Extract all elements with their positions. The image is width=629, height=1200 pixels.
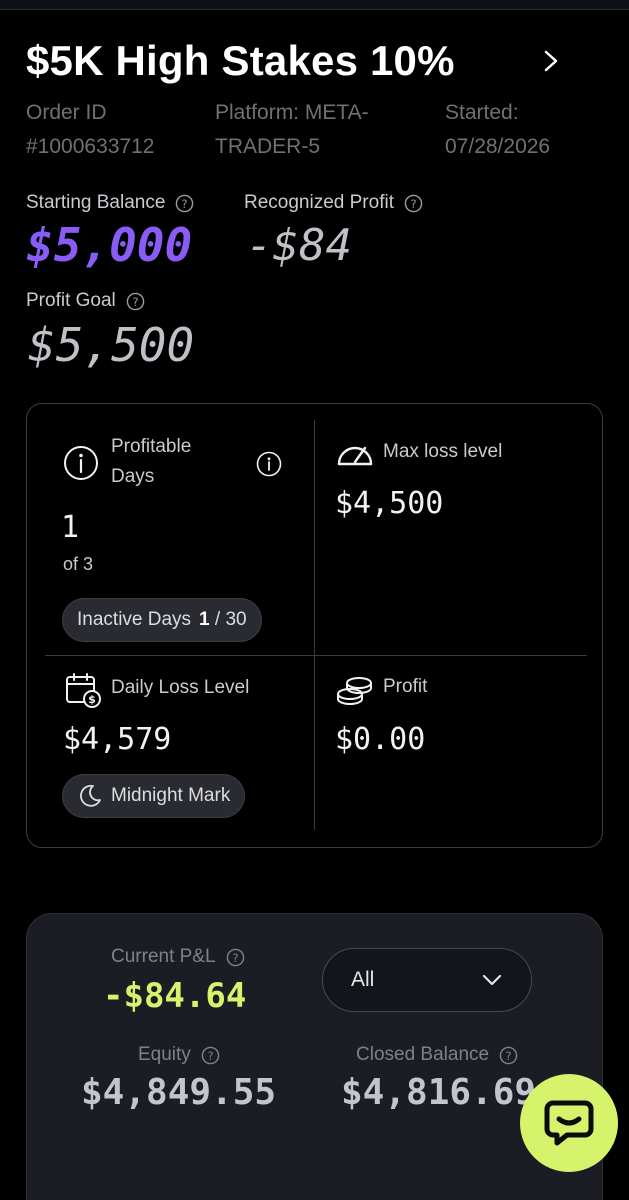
svg-text:?: ? xyxy=(182,196,188,210)
equity-label: Equity xyxy=(138,1044,191,1065)
equity-label-row: Equity ? xyxy=(138,1044,220,1066)
speedometer-icon xyxy=(337,446,373,466)
coins-icon xyxy=(337,677,372,705)
svg-text:?: ? xyxy=(506,1048,512,1062)
chevron-down-icon xyxy=(482,974,502,986)
card-divider-vertical xyxy=(314,420,315,830)
account-header: $5K High Stakes 10% xyxy=(26,38,606,84)
inactive-days-total: / 30 xyxy=(214,609,247,630)
svg-text:?: ? xyxy=(132,294,138,308)
closed-balance-label: Closed Balance xyxy=(356,1044,490,1065)
order-id-label: Order ID xyxy=(26,101,107,124)
equity-value: $4,849.55 xyxy=(81,1072,277,1113)
recognized-profit-label-row: Recognized Profit ? xyxy=(244,192,423,214)
inactive-days-value: 1 xyxy=(199,609,210,630)
chat-bubble-icon xyxy=(544,1100,594,1146)
started: Started: 07/28/2026 xyxy=(445,96,615,164)
platform-line-2: TRADER-5 xyxy=(215,135,321,158)
profitable-days-label-line-1: Profitable xyxy=(111,436,192,457)
chevron-right-icon[interactable] xyxy=(536,44,566,78)
midnight-mark-label: Midnight Mark xyxy=(111,785,231,806)
daily-loss-value: $4,579 xyxy=(63,722,172,757)
profit-label: Profit xyxy=(383,676,428,697)
profitable-days-value: 1 xyxy=(61,510,80,545)
profitable-days-label: Profitable Days xyxy=(111,432,191,492)
closed-balance-value: $4,816.69 xyxy=(341,1072,537,1113)
max-loss-label: Max loss level xyxy=(383,441,503,462)
help-icon[interactable]: ? xyxy=(175,194,194,213)
svg-text:?: ? xyxy=(207,1048,213,1062)
current-pnl-label: Current P&L xyxy=(111,946,216,967)
top-status-strip xyxy=(0,0,629,10)
order-id-value: #1000633712 xyxy=(26,135,155,158)
current-pnl-label-row: Current P&L ? xyxy=(111,946,245,968)
help-icon[interactable]: ? xyxy=(499,1046,518,1065)
period-filter-value: All xyxy=(351,968,375,991)
closed-balance-label-row: Closed Balance ? xyxy=(356,1044,518,1066)
chat-button[interactable] xyxy=(520,1074,618,1172)
stats-card: Profitable Days 1 of 3 Inactive Days 1 /… xyxy=(26,403,603,848)
help-icon[interactable]: ? xyxy=(201,1046,220,1065)
profitable-days-label-line-2: Days xyxy=(111,466,155,487)
recognized-profit-label: Recognized Profit xyxy=(244,192,394,213)
inactive-days-badge: Inactive Days 1 / 30 xyxy=(62,598,262,642)
recognized-profit-value: -$84 xyxy=(246,220,352,271)
daily-loss-label: Daily Loss Level xyxy=(111,677,250,698)
started-date: 07/28/2026 xyxy=(445,135,551,158)
starting-balance-value: $5,000 xyxy=(26,218,193,272)
calendar-dollar-icon: $ xyxy=(66,673,101,708)
profit-value: $0.00 xyxy=(335,722,426,757)
current-pnl-value: -$84.64 xyxy=(103,976,247,1016)
account-title: $5K High Stakes 10% xyxy=(26,37,455,84)
info-circle-icon xyxy=(64,446,98,480)
profitable-days-total: of 3 xyxy=(63,554,94,574)
pnl-panel: Current P&L ? -$84.64 All Equity ? $4,84… xyxy=(26,913,603,1200)
platform: Platform: META- TRADER-5 xyxy=(215,96,415,164)
profit-goal-label: Profit Goal xyxy=(26,290,116,311)
starting-balance-label-row: Starting Balance ? xyxy=(26,192,194,214)
midnight-mark-badge: Midnight Mark xyxy=(62,774,246,818)
order-id: Order ID #1000633712 xyxy=(26,96,206,164)
starting-balance-label: Starting Balance xyxy=(26,192,166,213)
svg-text:?: ? xyxy=(232,950,238,964)
card-divider-horizontal xyxy=(45,655,587,656)
svg-text:?: ? xyxy=(410,196,416,210)
info-icon[interactable] xyxy=(256,451,282,477)
help-icon[interactable]: ? xyxy=(126,292,145,311)
moon-icon xyxy=(80,784,101,807)
profit-goal-value: $5,500 xyxy=(28,318,195,372)
help-icon[interactable]: ? xyxy=(226,948,245,967)
platform-line-1: Platform: META- xyxy=(215,101,369,124)
inactive-days-label: Inactive Days xyxy=(77,609,192,630)
period-filter-select[interactable]: All xyxy=(322,948,532,1012)
started-label: Started: xyxy=(445,101,519,124)
profit-goal-label-row: Profit Goal ? xyxy=(26,290,145,312)
max-loss-value: $4,500 xyxy=(335,486,444,521)
help-icon[interactable]: ? xyxy=(404,194,423,213)
svg-text:$: $ xyxy=(88,693,96,706)
